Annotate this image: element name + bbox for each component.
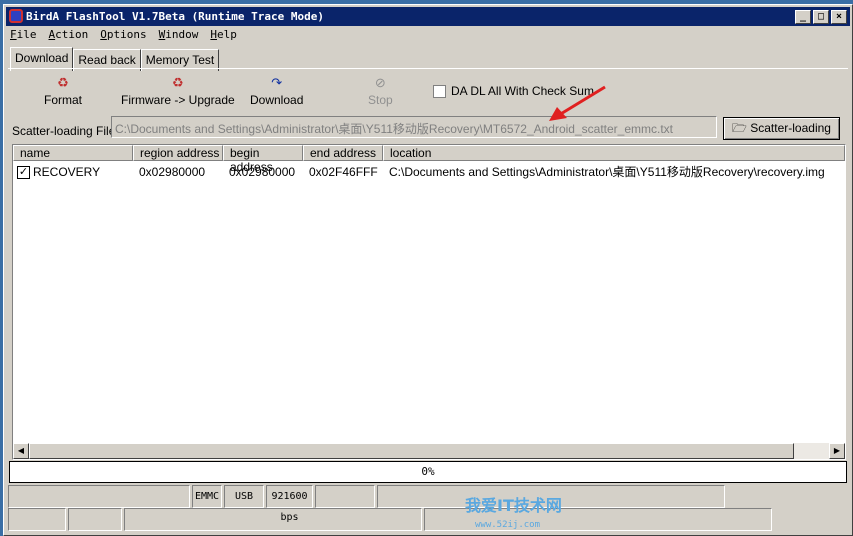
col-begin-address[interactable]: begin address	[223, 145, 303, 174]
col-location[interactable]: location	[383, 145, 845, 161]
checkbox-icon	[433, 84, 446, 98]
title-bar: BirdA FlashTool V1.7Beta (Runtime Trace …	[6, 7, 850, 26]
format-icon: ♻	[57, 75, 69, 90]
scatter-label: Scatter-loading File	[12, 124, 116, 138]
close-button[interactable]: ×	[831, 10, 847, 24]
menu-action[interactable]: Action	[49, 28, 89, 41]
window-title: BirdA FlashTool V1.7Beta (Runtime Trace …	[26, 10, 325, 23]
status-baud: 921600 bps	[266, 485, 313, 523]
col-region-address[interactable]: region address	[133, 145, 223, 161]
firmware-upgrade-button[interactable]: ♻ Firmware -> Upgrade	[121, 75, 235, 107]
app-icon	[9, 9, 23, 23]
download-button[interactable]: ↷ Download	[250, 75, 303, 107]
stop-button[interactable]: ⊘ Stop	[368, 75, 393, 107]
menu-options[interactable]: Options	[100, 28, 146, 41]
status-bar: EMMC USB 921600 bps	[8, 485, 727, 523]
scroll-thumb[interactable]	[29, 443, 794, 459]
folder-icon: 🗁	[732, 121, 747, 135]
format-button[interactable]: ♻ Format	[44, 75, 82, 107]
scatter-loading-button[interactable]: 🗁 Scatter-loading	[723, 117, 840, 140]
flashtool-window: BirdA FlashTool V1.7Beta (Runtime Trace …	[3, 4, 853, 536]
scroll-right-icon[interactable]: ▶	[829, 443, 845, 459]
download-panel: ♻ Format ♻ Firmware -> Upgrade ↷ Downloa…	[8, 68, 848, 460]
stop-icon: ⊘	[374, 75, 386, 90]
menu-help[interactable]: Help	[210, 28, 237, 41]
col-name[interactable]: name	[13, 145, 133, 161]
status-port: USB	[224, 485, 264, 508]
row-checkbox[interactable]: ✓	[17, 165, 30, 179]
maximize-button[interactable]: □	[813, 10, 829, 24]
scroll-left-icon[interactable]: ◀	[13, 443, 29, 459]
table-row[interactable]: ✓ RECOVERY 0x02980000 0x02980000 0x02F46…	[13, 163, 845, 181]
partition-list: name region address begin address end ad…	[12, 144, 846, 460]
menu-bar: File Action Options Window Help	[10, 28, 237, 41]
watermark: 我爱IT技术网	[465, 496, 562, 515]
upgrade-icon: ♻	[172, 75, 184, 90]
download-icon: ↷	[271, 75, 283, 90]
horizontal-scrollbar[interactable]: ◀ ▶	[13, 443, 845, 459]
col-end-address[interactable]: end address	[303, 145, 383, 161]
status-bar-2: 我爱IT技术网 www.52ij.com	[8, 496, 774, 531]
menu-file[interactable]: File	[10, 28, 37, 41]
scatter-file-input[interactable]: C:\Documents and Settings\Administrator\…	[111, 116, 717, 138]
menu-window[interactable]: Window	[159, 28, 199, 41]
red-arrow-annotation	[549, 85, 606, 121]
status-storage: EMMC	[192, 485, 222, 508]
minimize-button[interactable]: _	[795, 10, 811, 24]
progress-bar: 0%	[9, 461, 847, 483]
